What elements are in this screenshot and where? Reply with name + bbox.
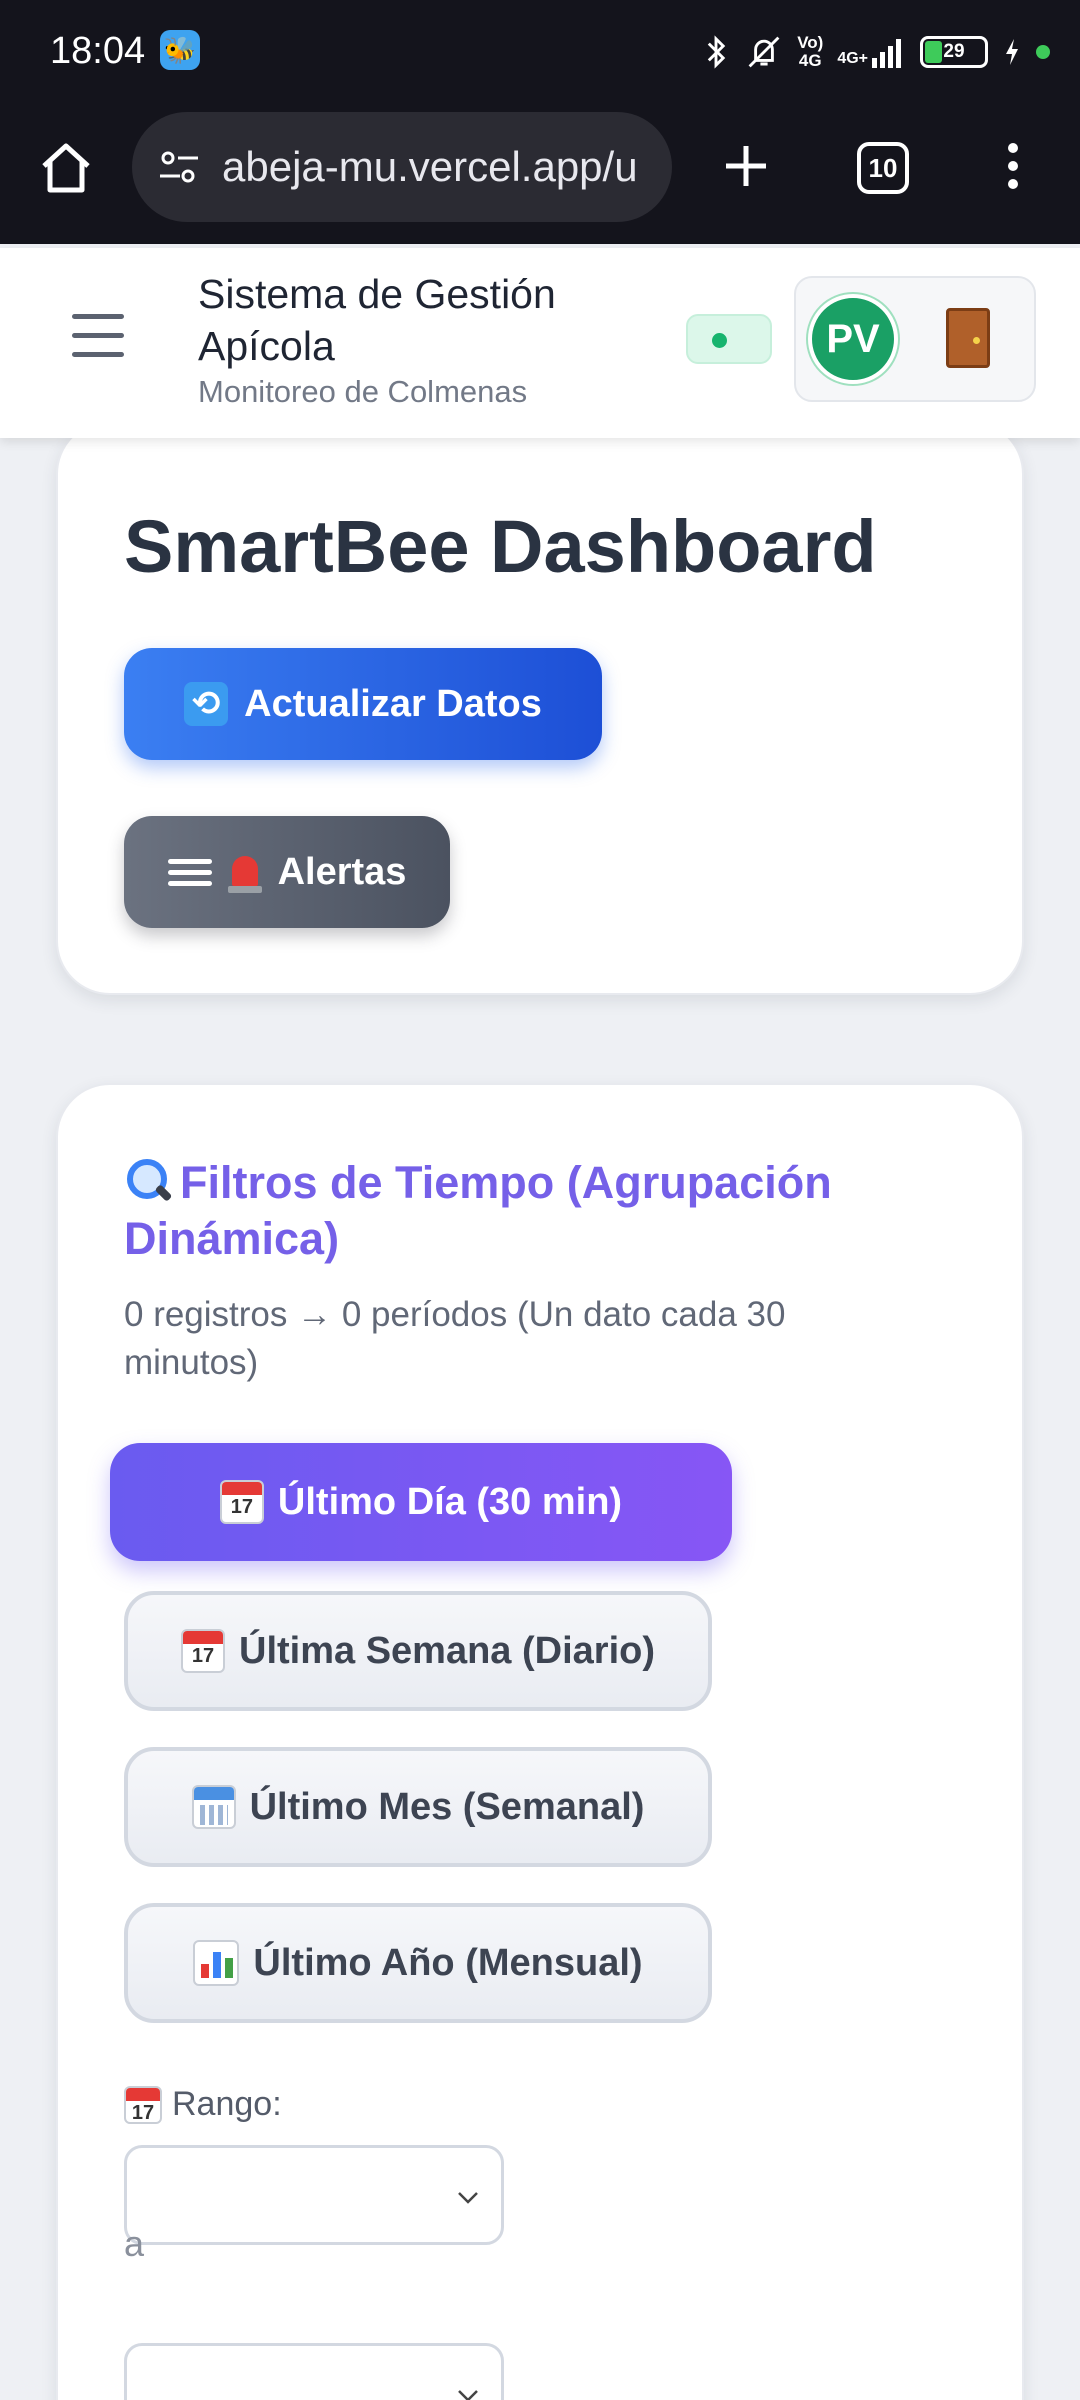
app-title: Sistema de Gestión Apícola — [198, 271, 556, 369]
period-last-day-button[interactable]: Último Día (30 min) — [110, 1443, 732, 1561]
app-header: Sistema de Gestión Apícola Monitoreo de … — [0, 248, 1080, 438]
magnifier-icon — [124, 1156, 174, 1206]
more-options-icon[interactable] — [998, 136, 1028, 196]
app-subtitle: Monitoreo de Colmenas — [198, 374, 528, 409]
bar-chart-icon — [193, 1940, 240, 1986]
connection-status-indicator — [686, 314, 772, 364]
chevron-down-icon — [458, 2390, 478, 2400]
dashboard-card: SmartBee Dashboard ⟲ Actualizar Datos Al… — [56, 420, 1024, 995]
chevron-down-icon — [458, 2192, 478, 2204]
site-settings-icon[interactable] — [154, 142, 204, 192]
menu-lines-icon — [167, 853, 212, 892]
alerts-label: Alertas — [277, 850, 407, 893]
privacy-indicator-dot — [1036, 45, 1050, 59]
tab-switcher-icon[interactable]: 10 — [857, 142, 909, 194]
charging-icon — [1006, 39, 1018, 65]
calendar-icon — [219, 1480, 264, 1524]
volte-indicator: Vo) 4G — [797, 33, 824, 70]
mobile-data-indicator: 4G+ — [837, 36, 906, 68]
refresh-data-label: Actualizar Datos — [244, 682, 542, 725]
range-start-select[interactable] — [124, 2145, 504, 2245]
range-end-select[interactable] — [124, 2343, 504, 2400]
siren-icon — [226, 850, 264, 894]
refresh-data-button[interactable]: ⟲ Actualizar Datos — [124, 648, 602, 760]
status-icons: Vo) 4G 4G+ 29 — [701, 28, 1050, 76]
spiral-calendar-icon — [191, 1785, 236, 1829]
notification-app-icon: 🐝 — [160, 30, 200, 70]
calendar-icon — [124, 2085, 162, 2124]
range-separator: a — [124, 2223, 145, 2264]
period-last-week-button[interactable]: Última Semana (Diario) — [124, 1591, 712, 1711]
filters-summary: 0 registros → 0 períodos (Un dato cada 3… — [124, 1295, 786, 1382]
signal-icon — [872, 39, 901, 68]
menu-icon[interactable] — [72, 314, 124, 358]
logout-door-icon[interactable] — [946, 308, 990, 368]
alerts-button[interactable]: Alertas — [124, 816, 450, 928]
status-bar: 18:04 🐝 Vo) 4G 4G+ 29 — [0, 0, 1080, 106]
period-last-year-button[interactable]: Último Año (Mensual) — [124, 1903, 712, 2023]
period-last-month-button[interactable]: Último Mes (Semanal) — [124, 1747, 712, 1867]
time-filters-card: Filtros de Tiempo (Agrupación Dinámica) … — [56, 1083, 1024, 2400]
home-icon[interactable] — [34, 136, 98, 200]
status-time: 18:04 — [50, 30, 146, 72]
browser-toolbar: abeja-mu.vercel.app/u 10 — [0, 106, 1080, 244]
new-tab-icon[interactable] — [716, 136, 776, 196]
avatar[interactable]: PV — [808, 294, 898, 384]
mute-icon — [748, 36, 780, 68]
calendar-icon — [181, 1629, 225, 1673]
url-text: abeja-mu.vercel.app/u — [222, 143, 638, 190]
battery-icon: 29 — [920, 36, 988, 68]
refresh-icon: ⟲ — [184, 682, 229, 726]
status-dot-icon — [712, 333, 727, 348]
user-panel: PV — [794, 276, 1036, 402]
address-bar[interactable]: abeja-mu.vercel.app/u — [132, 112, 672, 222]
bluetooth-icon — [707, 35, 726, 69]
page-title: SmartBee Dashboard — [124, 505, 877, 588]
filters-title: Filtros de Tiempo (Agrupación Dinámica) — [124, 1156, 832, 1264]
range-label: Rango: — [124, 2085, 282, 2124]
